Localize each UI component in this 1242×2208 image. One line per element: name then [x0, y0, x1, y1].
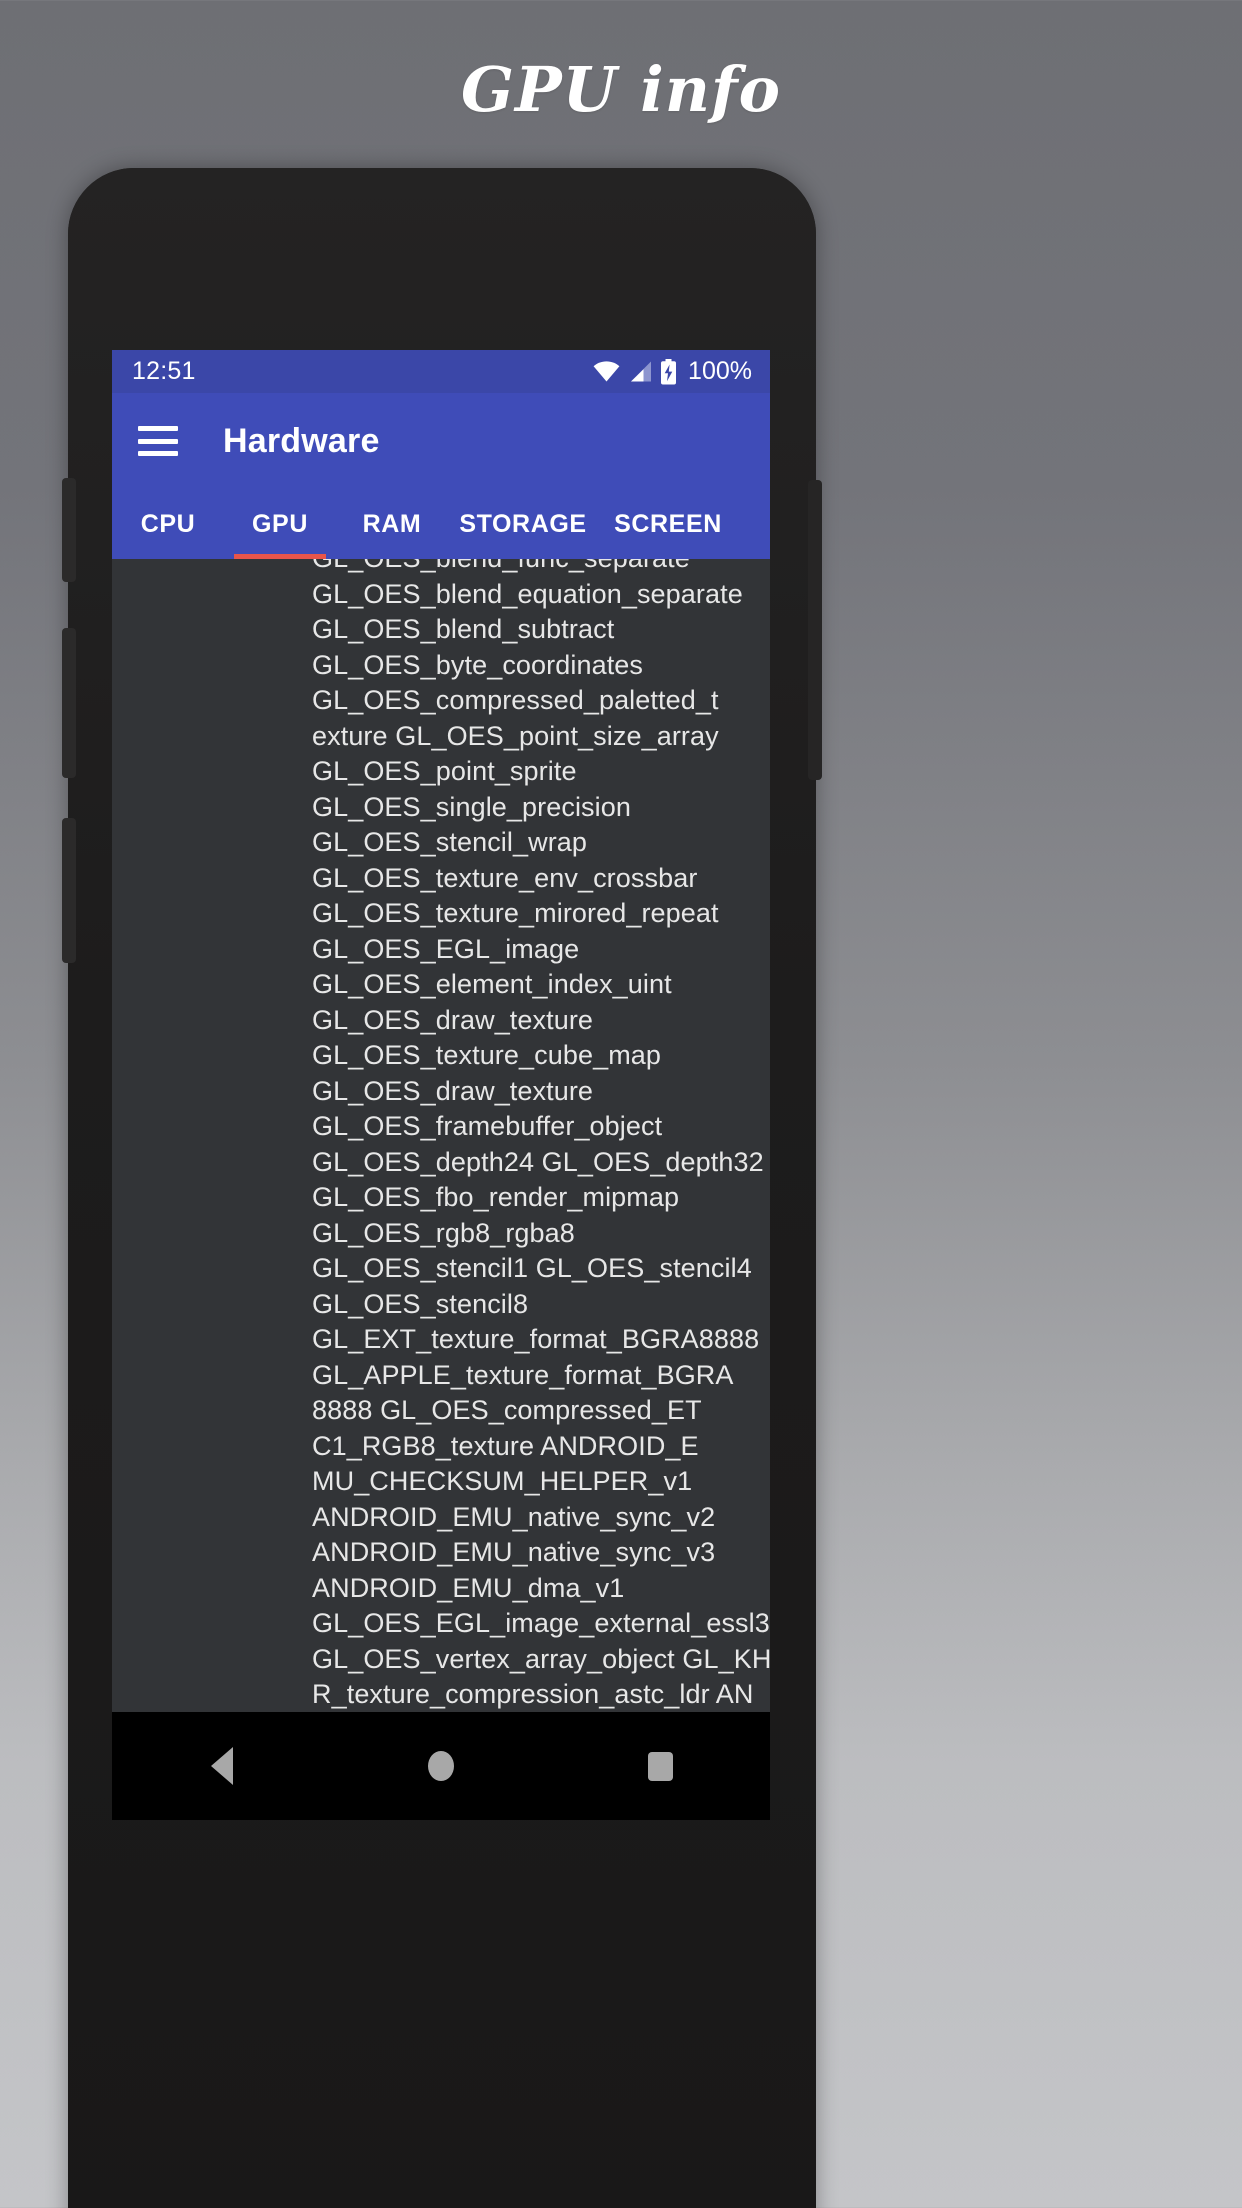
gpu-extension-line: GL_OES_framebuffer_object: [312, 1111, 663, 1141]
gpu-extension-line: GL_OES_vertex_array_object GL_KH: [312, 1643, 770, 1674]
hamburger-bar: [138, 438, 178, 444]
tab-screen[interactable]: SCREEN: [598, 489, 738, 559]
gpu-extension-line: GL_OES_draw_texture: [312, 1075, 594, 1106]
tab-gpu[interactable]: GPU: [224, 489, 336, 559]
phone-screen: 12:51 100% Hardware CPU GPU RAM STORAGE …: [112, 350, 770, 1712]
gpu-extension-line: GL_EXT_texture_format_BGRA8888: [312, 1324, 760, 1354]
gpu-extension-line: ANDROID_EMU_dma_v1: [312, 1572, 625, 1603]
gpu-extension-line: GL_OES_blend_subtract: [312, 614, 615, 644]
gpu-extension-line: GL_OES_point_sprite: [312, 756, 577, 786]
gpu-extension-line: GL_APPLE_texture_format_BGRA: [312, 1359, 734, 1390]
gpu-extension-line: GL_OES_stencil_wrap: [312, 827, 588, 857]
tab-ram[interactable]: RAM: [336, 489, 448, 559]
back-button[interactable]: [186, 1730, 258, 1802]
tab-bar[interactable]: CPU GPU RAM STORAGE SCREEN AN: [112, 489, 770, 559]
gpu-extension-line: GL_OES_single_precision: [312, 791, 631, 822]
gpu-extension-line: MU_CHECKSUM_HELPER_v1: [312, 1466, 693, 1496]
gpu-extension-line: R_texture_compression_astc_ldr AN: [312, 1679, 754, 1709]
gpu-extensions-list: GL_OES_blend_func_separateGL_OES_blend_e…: [112, 559, 770, 1712]
power-button[interactable]: [62, 818, 76, 963]
recents-square-icon: [647, 1751, 673, 1781]
home-circle-icon: [427, 1751, 454, 1781]
gpu-extension-line: GL_OES_stencil1 GL_OES_stencil4: [312, 1253, 752, 1283]
gpu-extension-line: GL_OES_blend_func_separate: [312, 559, 770, 577]
app-bar-title: Hardware: [223, 421, 380, 460]
gpu-extension-line: ANDROID_EMU_native_sync_v2: [312, 1501, 716, 1532]
volume-down-button[interactable]: [62, 628, 76, 778]
tab-storage[interactable]: STORAGE: [448, 489, 598, 559]
back-triangle-icon: [210, 1747, 233, 1785]
gpu-extension-line: 8888 GL_OES_compressed_ET: [312, 1395, 702, 1425]
page-title: GPU info: [461, 53, 781, 126]
gpu-extensions-panel[interactable]: GL_OES_blend_func_separateGL_OES_blend_e…: [112, 559, 770, 1712]
status-icons: 100%: [593, 357, 752, 386]
gpu-extension-line: GL_OES_compressed_paletted_t: [312, 685, 719, 715]
tab-cpu[interactable]: CPU: [112, 489, 224, 559]
home-button[interactable]: [405, 1730, 477, 1802]
gpu-extension-line: ANDROID_EMU_native_sync_v3: [312, 1537, 716, 1567]
gpu-extension-line: GL_OES_blend_equation_separate: [312, 578, 743, 609]
gpu-extension-line: GL_OES_EGL_image: [312, 933, 580, 964]
wifi-icon: [593, 361, 620, 382]
gpu-extension-line: GL_OES_stencil8: [312, 1288, 529, 1319]
signal-icon: [628, 361, 652, 382]
recents-button[interactable]: [624, 1730, 696, 1802]
hamburger-menu-icon[interactable]: [138, 426, 178, 456]
status-bar: 12:51 100%: [112, 350, 770, 393]
right-side-button[interactable]: [808, 480, 822, 780]
gpu-extension-line: GL_OES_fbo_render_mipmap: [312, 1182, 680, 1212]
tab-android[interactable]: AN: [738, 489, 770, 559]
gpu-extension-line: GL_OES_texture_mirored_repeat: [312, 898, 719, 928]
hamburger-bar: [138, 451, 178, 456]
battery-percentage: 100%: [688, 357, 752, 385]
hamburger-bar: [138, 426, 178, 431]
gpu-extension-line: GL_OES_EGL_image_external_essl3: [312, 1608, 770, 1638]
android-navigation-bar: [112, 1712, 770, 1820]
gpu-extension-line: GL_OES_rgb8_rgba8: [312, 1217, 575, 1248]
gpu-extension-line: C1_RGB8_texture ANDROID_E: [312, 1430, 699, 1461]
gpu-extension-line: GL_OES_draw_texture: [312, 1004, 594, 1035]
gpu-extension-line: GL_OES_depth24 GL_OES_depth32: [312, 1146, 764, 1177]
phone-device-frame: 12:51 100% Hardware CPU GPU RAM STORAGE …: [62, 168, 822, 2208]
gpu-extension-line: GL_OES_texture_env_crossbar: [312, 862, 698, 893]
status-clock: 12:51: [132, 357, 196, 385]
battery-charging-icon: [660, 358, 677, 385]
volume-up-button[interactable]: [62, 478, 76, 582]
gpu-extension-line: GL_OES_byte_coordinates: [312, 649, 644, 680]
gpu-extension-line: exture GL_OES_point_size_array: [312, 720, 719, 751]
app-bar: Hardware: [112, 393, 770, 489]
gpu-extension-line: GL_OES_texture_cube_map: [312, 1040, 662, 1070]
gpu-extension-line: GL_OES_element_index_uint: [312, 969, 672, 999]
